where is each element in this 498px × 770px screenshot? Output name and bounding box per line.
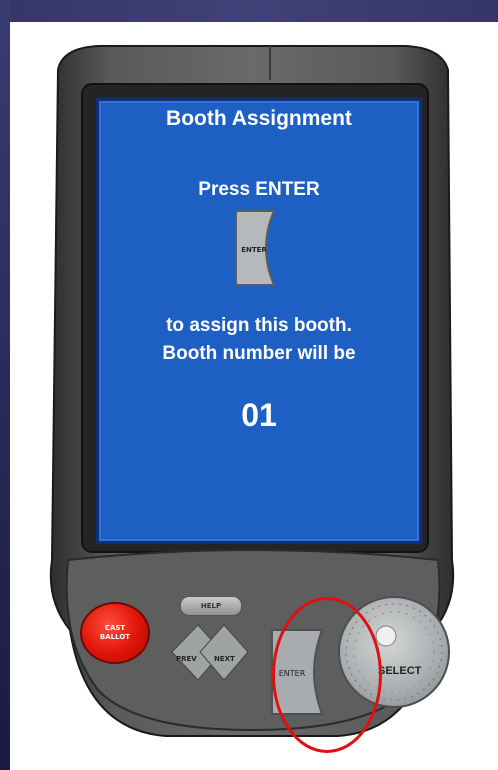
highlight-ring — [272, 597, 382, 753]
assign-instruction: to assign this booth. — [166, 315, 352, 336]
top-decoration — [0, 0, 498, 22]
enter-key-icon: ENTER — [235, 210, 276, 286]
prev-label: PREV — [176, 655, 197, 663]
cast-ballot-button[interactable]: CAST BALLOT — [80, 602, 150, 664]
screen-title: Booth Assignment — [166, 107, 352, 130]
press-enter-prompt: Press ENTER — [198, 179, 320, 200]
screen-display: Booth Assignment Press ENTER ENTER to as… — [96, 98, 422, 544]
booth-number-caption: Booth number will be — [162, 343, 356, 364]
cast-ballot-label-line1: CAST — [104, 624, 126, 632]
voting-device: Booth Assignment Press ENTER ENTER to as… — [38, 40, 466, 753]
help-label: HELP — [200, 602, 222, 610]
next-label: NEXT — [214, 655, 235, 663]
next-button[interactable]: NEXT — [214, 648, 235, 666]
booth-number: 01 — [241, 397, 277, 433]
select-label: SELECT — [378, 665, 422, 677]
left-decoration — [0, 0, 10, 770]
enter-icon-label: ENTER — [241, 246, 267, 254]
cast-ballot-label-line2: BALLOT — [99, 633, 131, 641]
prev-button[interactable]: PREV — [176, 648, 197, 666]
help-button[interactable]: HELP — [180, 596, 242, 616]
